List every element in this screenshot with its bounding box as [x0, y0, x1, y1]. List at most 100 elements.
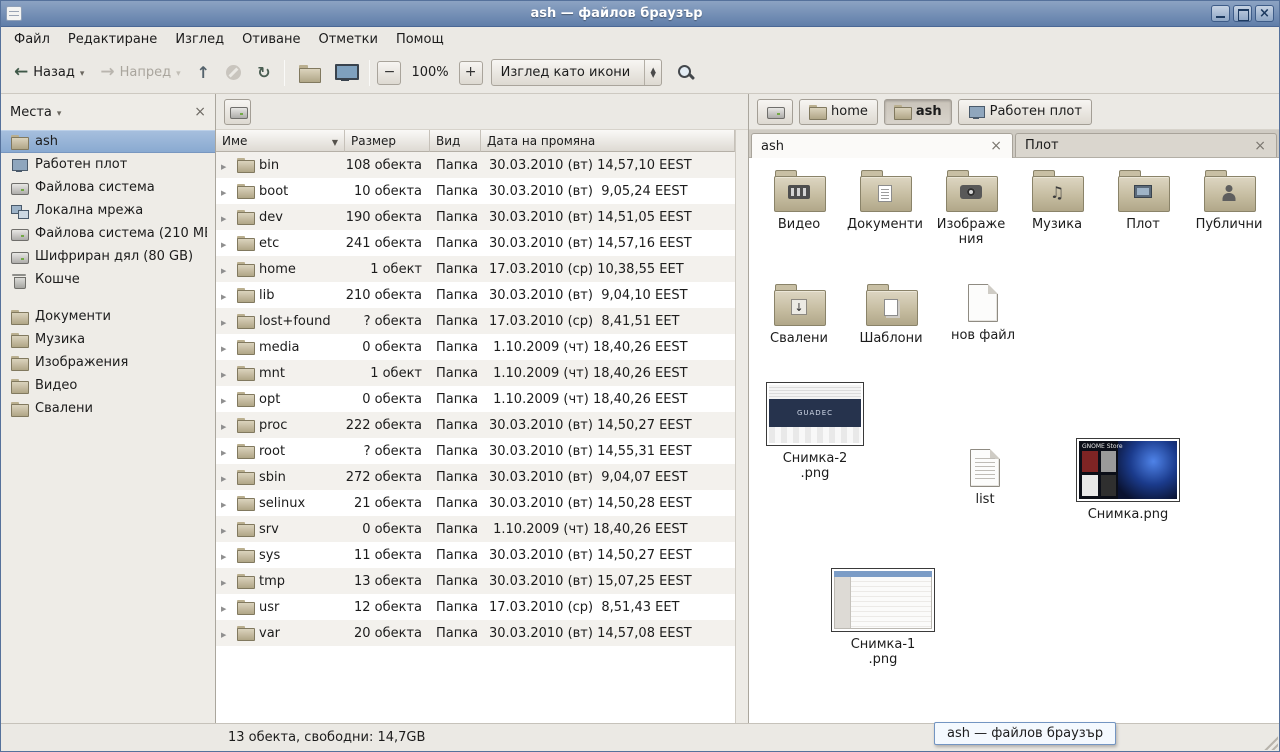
icon-grid-item[interactable]: Свалени	[761, 284, 837, 346]
expander-icon[interactable]	[221, 626, 231, 641]
table-row[interactable]: sbin 272 обекта Папка 30.03.2010 (вт) 9,…	[216, 464, 735, 490]
stop-button[interactable]	[219, 57, 248, 89]
table-row[interactable]: boot 10 обекта Папка 30.03.2010 (вт) 9,0…	[216, 178, 735, 204]
icon-grid-item[interactable]: Видео	[761, 170, 837, 232]
menu-item[interactable]: Помощ	[387, 29, 453, 50]
pane-tab[interactable]: ash	[751, 133, 1013, 158]
table-row[interactable]: home 1 обект Папка 17.03.2010 (ср) 10,38…	[216, 256, 735, 282]
breadcrumb-button[interactable]	[757, 99, 793, 125]
sidebar-item[interactable]: Файлова система (210 MB)	[1, 222, 215, 245]
maximize-button[interactable]	[1233, 5, 1252, 22]
view-mode-select[interactable]: Изглед като икони	[491, 59, 663, 86]
zoom-level[interactable]: 100%	[403, 65, 456, 80]
expander-icon[interactable]	[221, 496, 231, 511]
sidebar-item[interactable]: Шифриран дял (80 GB)	[1, 245, 215, 268]
image-file-snimka[interactable]: GNOME Store Снимка.png	[1073, 438, 1183, 522]
expander-icon[interactable]	[221, 548, 231, 563]
expander-icon[interactable]	[221, 574, 231, 589]
zoom-out-button[interactable]: −	[377, 61, 401, 85]
table-row[interactable]: lib 210 обекта Папка 30.03.2010 (вт) 9,0…	[216, 282, 735, 308]
reload-button[interactable]	[250, 57, 277, 89]
vertical-scrollbar[interactable]	[735, 130, 748, 723]
menu-item[interactable]: Изглед	[166, 29, 233, 50]
icon-grid-item[interactable]: Документи	[847, 170, 923, 232]
table-row[interactable]: mnt 1 обект Папка 1.10.2009 (чт) 18,40,2…	[216, 360, 735, 386]
chevron-down-icon[interactable]	[57, 105, 62, 120]
table-row[interactable]: usr 12 обекта Папка 17.03.2010 (ср) 8,51…	[216, 594, 735, 620]
expander-icon[interactable]	[221, 184, 231, 199]
expander-icon[interactable]	[221, 210, 231, 225]
icon-view[interactable]: Видео Документи Изображения	[749, 158, 1279, 723]
expander-icon[interactable]	[221, 392, 231, 407]
expander-icon[interactable]	[221, 600, 231, 615]
sidebar-item[interactable]: Видео	[1, 374, 215, 397]
resize-grip[interactable]	[1262, 734, 1278, 750]
sidebar-item[interactable]: Работен плот	[1, 153, 215, 176]
breadcrumb-button[interactable]: Работен плот	[958, 99, 1092, 125]
image-file-snimka2[interactable]: GUADEC Снимка-2.png	[763, 382, 867, 482]
expander-icon[interactable]	[221, 262, 231, 277]
tab-close-icon[interactable]	[1253, 139, 1267, 153]
menu-item[interactable]: Отиване	[233, 29, 309, 50]
up-button[interactable]	[190, 57, 217, 89]
image-file-snimka1[interactable]: Снимка-1.png	[831, 568, 935, 668]
column-header-name[interactable]: Име	[216, 130, 345, 152]
expander-icon[interactable]	[221, 418, 231, 433]
tab-close-icon[interactable]	[989, 139, 1003, 153]
sidebar-item[interactable]: Изображения	[1, 351, 215, 374]
sidebar-item[interactable]: Файлова система	[1, 176, 215, 199]
expander-icon[interactable]	[221, 340, 231, 355]
column-header-type[interactable]: Вид	[430, 130, 481, 152]
expander-icon[interactable]	[221, 522, 231, 537]
column-header-size[interactable]: Размер	[345, 130, 430, 152]
menu-item[interactable]: Файл	[5, 29, 59, 50]
expander-icon[interactable]	[221, 314, 231, 329]
file-list-item[interactable]: list	[957, 449, 1013, 507]
sidebar-item[interactable]: ash	[1, 130, 215, 153]
icon-grid-item[interactable]: Шаблони	[853, 284, 929, 346]
table-row[interactable]: opt 0 обекта Папка 1.10.2009 (чт) 18,40,…	[216, 386, 735, 412]
minimize-button[interactable]	[1211, 5, 1230, 22]
table-row[interactable]: media 0 обекта Папка 1.10.2009 (чт) 18,4…	[216, 334, 735, 360]
table-row[interactable]: etc 241 обекта Папка 30.03.2010 (вт) 14,…	[216, 230, 735, 256]
icon-grid-item[interactable]: нов файл	[945, 284, 1021, 343]
sidebar-item[interactable]: Кошче	[1, 268, 215, 291]
expander-icon[interactable]	[221, 366, 231, 381]
table-row[interactable]: root ? обекта Папка 30.03.2010 (вт) 14,5…	[216, 438, 735, 464]
icon-grid-item[interactable]: Изображения	[933, 170, 1009, 248]
icon-grid-item[interactable]: Публични	[1191, 170, 1267, 232]
table-row[interactable]: dev 190 обекта Папка 30.03.2010 (вт) 14,…	[216, 204, 735, 230]
table-row[interactable]: var 20 обекта Папка 30.03.2010 (вт) 14,5…	[216, 620, 735, 646]
breadcrumb-button[interactable]: ash	[884, 99, 952, 125]
sidebar-item[interactable]: Музика	[1, 328, 215, 351]
search-button[interactable]	[670, 57, 702, 89]
table-row[interactable]: tmp 13 обекта Папка 30.03.2010 (вт) 15,0…	[216, 568, 735, 594]
close-button[interactable]	[1255, 5, 1274, 22]
zoom-in-button[interactable]: +	[459, 61, 483, 85]
table-row[interactable]: lost+found ? обекта Папка 17.03.2010 (ср…	[216, 308, 735, 334]
sidebar-close-icon[interactable]	[194, 105, 206, 119]
table-row[interactable]: bin 108 обекта Папка 30.03.2010 (вт) 14,…	[216, 152, 735, 178]
path-root-button[interactable]	[224, 99, 251, 125]
expander-icon[interactable]	[221, 288, 231, 303]
sidebar-item[interactable]: Свалени	[1, 397, 215, 420]
sidebar-item[interactable]: Локална мрежа	[1, 199, 215, 222]
menu-item[interactable]: Редактиране	[59, 29, 166, 50]
icon-grid-item[interactable]: Плот	[1105, 170, 1181, 232]
table-row[interactable]: selinux 21 обекта Папка 30.03.2010 (вт) …	[216, 490, 735, 516]
expander-icon[interactable]	[221, 470, 231, 485]
sidebar-title[interactable]: Места	[10, 105, 52, 120]
forward-button[interactable]: Напред	[93, 57, 187, 89]
home-button[interactable]	[292, 57, 326, 89]
expander-icon[interactable]	[221, 444, 231, 459]
expander-icon[interactable]	[221, 158, 231, 173]
breadcrumb-button[interactable]: home	[799, 99, 878, 125]
column-header-date[interactable]: Дата на промяна	[481, 130, 735, 152]
pane-tab[interactable]: Плот	[1015, 133, 1277, 157]
menu-item[interactable]: Отметки	[309, 29, 386, 50]
titlebar[interactable]: ash — файлов браузър	[1, 1, 1279, 27]
table-row[interactable]: proc 222 обекта Папка 30.03.2010 (вт) 14…	[216, 412, 735, 438]
expander-icon[interactable]	[221, 236, 231, 251]
table-row[interactable]: sys 11 обекта Папка 30.03.2010 (вт) 14,5…	[216, 542, 735, 568]
table-row[interactable]: srv 0 обекта Папка 1.10.2009 (чт) 18,40,…	[216, 516, 735, 542]
